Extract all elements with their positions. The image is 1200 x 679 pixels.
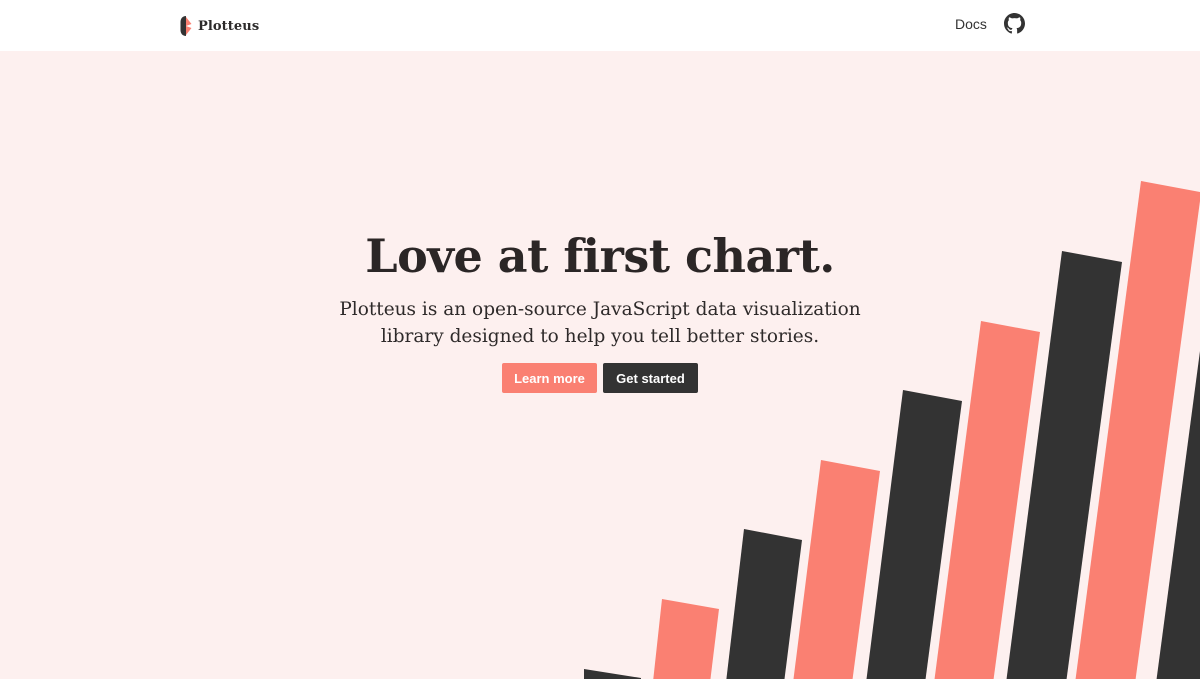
plotteus-logo-icon: [180, 16, 192, 36]
top-navbar: Plotteus Docs: [0, 0, 1200, 51]
get-started-button[interactable]: Get started: [603, 363, 698, 393]
bar-1: [584, 669, 641, 679]
brand-name: Plotteus: [198, 18, 260, 34]
bar-4: [793, 460, 880, 679]
decorative-bar-chart: [584, 181, 1200, 679]
hero-headline: Love at first chart.: [365, 229, 835, 283]
hero-section: Love at first chart. Plotteus is an open…: [0, 51, 1200, 679]
bar-2: [653, 599, 719, 679]
learn-more-button[interactable]: Learn more: [502, 363, 597, 393]
hero-subheadline-line-1: Plotteus is an open-source JavaScript da…: [339, 299, 861, 320]
github-icon[interactable]: [1004, 13, 1025, 34]
brand-home-link[interactable]: Plotteus: [180, 14, 259, 38]
hero-subheadline: Plotteus is an open-source JavaScript da…: [320, 296, 880, 350]
hero-subheadline-line-2: library designed to help you tell better…: [380, 326, 820, 347]
bar-3: [726, 529, 802, 679]
nav-docs-link[interactable]: Docs: [955, 16, 987, 32]
